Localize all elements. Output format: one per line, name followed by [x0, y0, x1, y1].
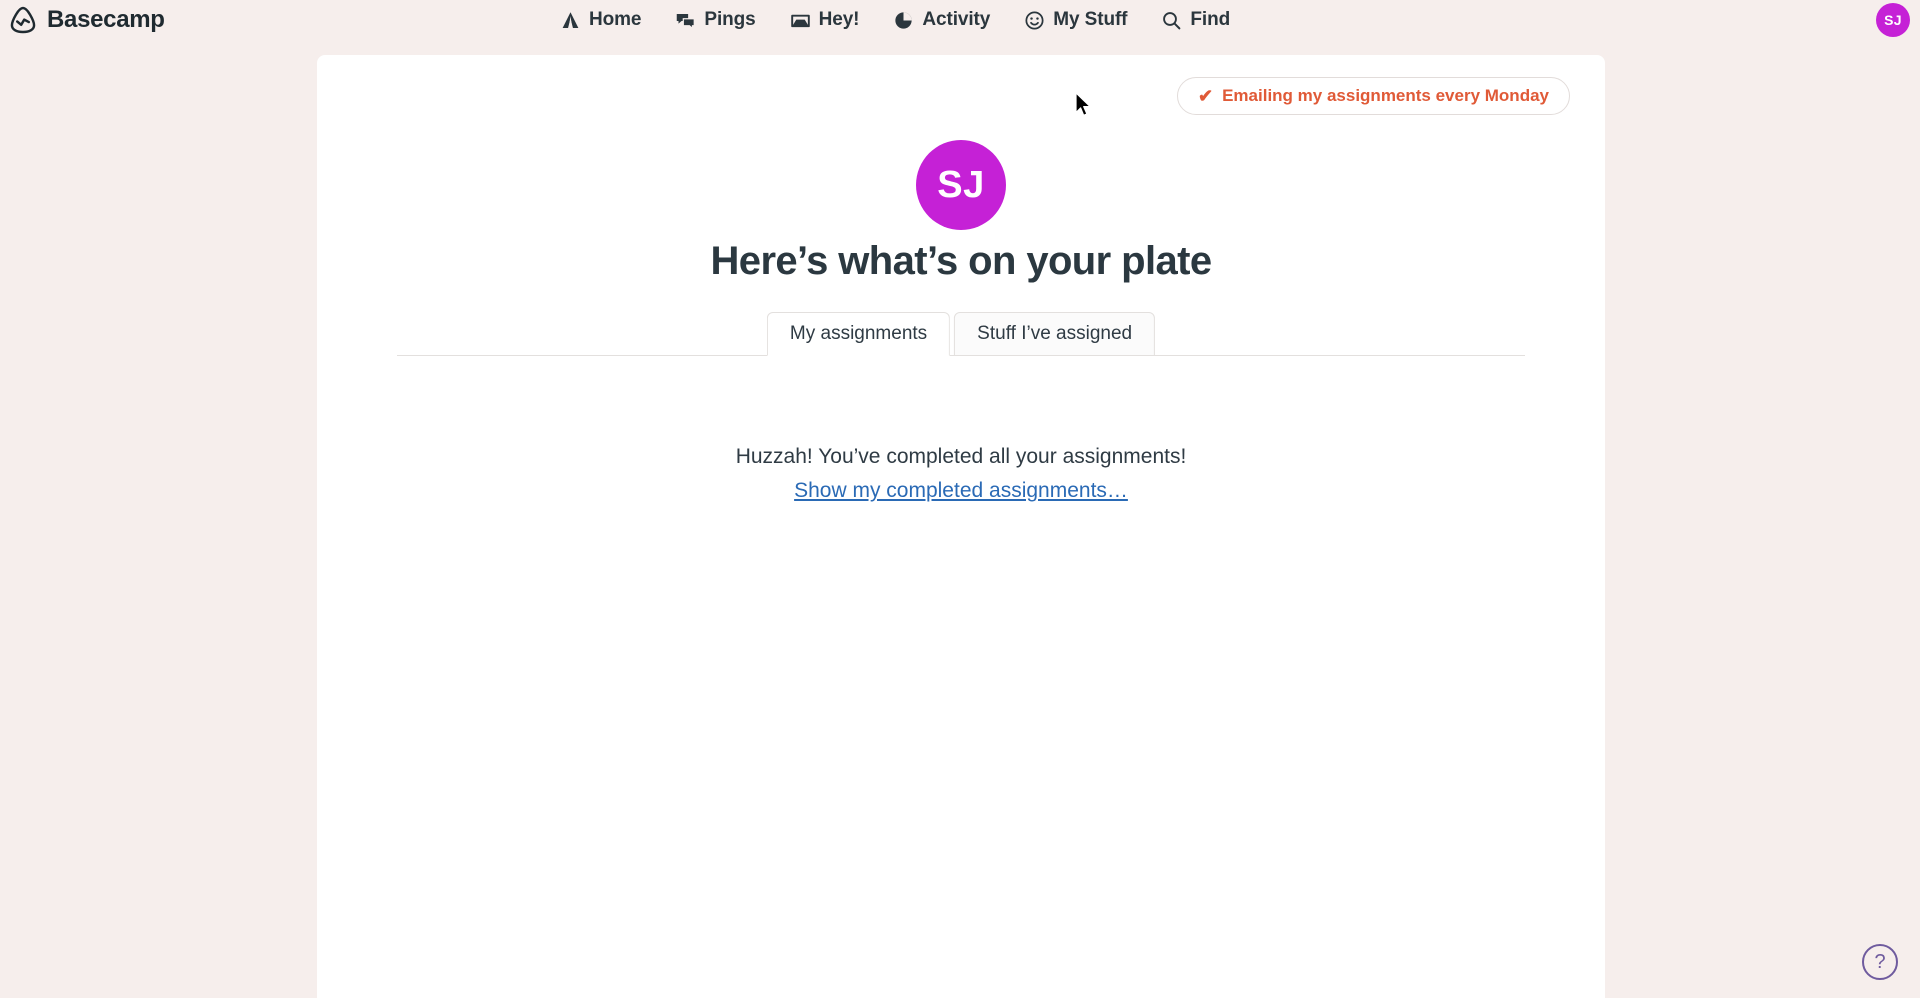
user-avatar-large[interactable]: SJ — [916, 140, 1006, 230]
empty-state-message: Huzzah! You’ve completed all your assign… — [735, 445, 1187, 468]
nav-item-pings[interactable]: Pings — [675, 9, 756, 31]
tab-label: My assignments — [789, 323, 928, 344]
check-icon: ✔ — [1198, 86, 1214, 106]
email-assignments-toggle[interactable]: ✔ Emailing my assignments every Monday — [1177, 77, 1570, 115]
avatar-initials: SJ — [1884, 12, 1902, 28]
user-avatar-top[interactable]: SJ — [1876, 3, 1910, 37]
tent-icon — [560, 10, 581, 31]
smiley-face-icon — [1024, 10, 1045, 31]
nav-item-home[interactable]: Home — [560, 9, 641, 31]
brand-name-label: Basecamp — [47, 6, 165, 33]
pie-chart-icon — [893, 10, 914, 31]
tab-list: My assignments Stuff I’ve assigned — [766, 312, 1156, 356]
nav-item-label: Find — [1190, 9, 1231, 30]
basecamp-logo-icon — [8, 5, 38, 35]
nav-item-find[interactable]: Find — [1161, 9, 1230, 31]
tab-label: Stuff I’ve assigned — [977, 323, 1133, 344]
nav-item-label: Activity — [922, 9, 991, 30]
nav-item-activity[interactable]: Activity — [893, 9, 990, 31]
main-content-card: ✔ Emailing my assignments every Monday S… — [317, 55, 1605, 998]
top-navigation-bar: Basecamp Home Pings Hey! Activity My Stu… — [0, 0, 1920, 40]
nav-item-hey[interactable]: Hey! — [790, 9, 860, 31]
email-assignments-label: Emailing my assignments every Monday — [1222, 86, 1549, 105]
show-completed-assignments-link[interactable]: Show my completed assignments… — [794, 479, 1128, 502]
tab-my-assignments[interactable]: My assignments — [766, 312, 951, 356]
avatar-initials: SJ — [937, 163, 985, 206]
main-navigation: Home Pings Hey! Activity My Stuff Find — [560, 0, 1230, 40]
basecamp-brand-link[interactable]: Basecamp — [8, 0, 165, 40]
nav-item-label: Home — [589, 9, 642, 30]
page-title: Here’s what’s on your plate — [710, 239, 1213, 283]
speech-bubbles-icon — [675, 10, 696, 31]
inbox-tray-icon — [790, 10, 811, 31]
nav-item-label: Hey! — [818, 9, 860, 30]
magnifying-glass-icon — [1161, 10, 1182, 31]
empty-state-link-row: Show my completed assignments… — [317, 479, 1605, 503]
help-button[interactable]: ? — [1862, 944, 1898, 980]
nav-item-label: Pings — [704, 9, 756, 30]
tab-stuff-ive-assigned[interactable]: Stuff I’ve assigned — [954, 312, 1156, 356]
tabs-container: My assignments Stuff I’ve assigned — [317, 310, 1605, 356]
question-mark-icon: ? — [1874, 950, 1886, 973]
nav-item-my-stuff[interactable]: My Stuff — [1024, 9, 1128, 31]
nav-item-label: My Stuff — [1053, 9, 1128, 30]
